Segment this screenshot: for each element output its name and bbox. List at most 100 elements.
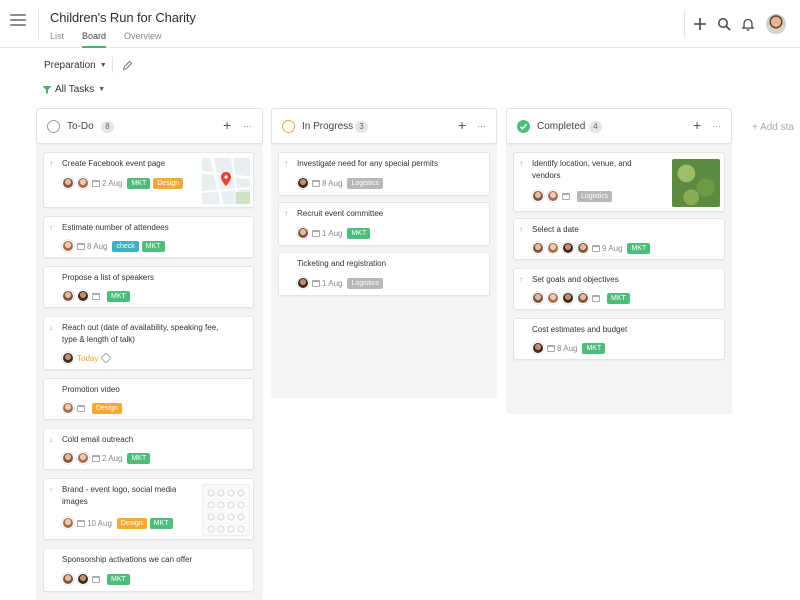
sketch-thumbnail[interactable] [202, 484, 250, 536]
due-date[interactable]: 10 Aug [77, 519, 112, 528]
more-icon[interactable]: … [712, 119, 722, 129]
task-card[interactable]: ↑ Identify location, venue, and vendors … [513, 152, 725, 212]
calendar-icon [92, 575, 100, 583]
tag-design[interactable]: Design [153, 177, 184, 189]
due-date[interactable]: 1 Aug [312, 279, 342, 288]
arrow-up-icon: ↑ [519, 159, 523, 168]
tab-board[interactable]: Board [82, 31, 107, 48]
task-card[interactable]: ↑ Recruit event committee 1 Aug MKT [278, 202, 490, 246]
task-title: Identify location, venue, and vendors [532, 159, 632, 180]
more-icon[interactable]: … [477, 119, 487, 129]
due-date-today[interactable]: Today [77, 354, 98, 363]
task-meta: Design [62, 401, 125, 415]
avatar [77, 452, 89, 464]
task-meta: MKT [62, 572, 133, 586]
due-date[interactable] [77, 404, 87, 412]
avatar [62, 517, 74, 529]
tag-mkt[interactable]: MKT [607, 292, 630, 304]
task-meta: Today [62, 351, 113, 365]
top-actions [688, 12, 786, 36]
task-meta: 2 Aug MKT Design [62, 176, 186, 190]
due-date[interactable]: 8 Aug [547, 344, 577, 353]
calendar-icon [312, 229, 320, 237]
due-date[interactable]: 2 Aug [92, 179, 122, 188]
arrow-up-icon: ↑ [49, 223, 53, 232]
task-card[interactable]: Cost estimates and budget 8 Aug MKT [513, 318, 725, 360]
due-date[interactable]: 1 Aug [312, 229, 342, 238]
due-date[interactable]: 2 Aug [92, 454, 122, 463]
task-card[interactable]: ↑ Investigate need for any special permi… [278, 152, 490, 196]
add-status-button[interactable]: + Add sta [752, 122, 794, 133]
more-icon[interactable]: … [243, 119, 253, 129]
tag-mkt[interactable]: MKT [127, 452, 151, 464]
task-card[interactable]: Propose a list of speakers MKT [43, 266, 254, 308]
task-meta: Logistics [532, 189, 615, 203]
add-task-icon[interactable]: + [223, 117, 231, 133]
task-card[interactable]: ↑ Create Facebook event page 2 Aug MKT D… [43, 152, 254, 208]
tag-logistics[interactable]: Logistics [577, 190, 613, 202]
tasks-filter[interactable]: All Tasks ▼ [42, 84, 105, 95]
tag-logistics[interactable]: Logistics [347, 177, 383, 189]
avatar [62, 402, 74, 414]
tag-mkt[interactable]: MKT [347, 227, 371, 239]
avatar [62, 573, 74, 585]
task-title: Select a date [532, 225, 579, 234]
task-card[interactable]: Ticketing and registration 1 Aug Logisti… [278, 252, 490, 296]
due-date[interactable] [92, 292, 102, 300]
task-card[interactable]: ↑ Estimate number of attendees 8 Aug che… [43, 216, 254, 258]
plus-icon[interactable] [688, 12, 712, 36]
tag-icon [100, 352, 113, 364]
pencil-icon[interactable] [118, 56, 136, 74]
task-card[interactable]: Promotion video Design [43, 378, 254, 420]
tag-mkt[interactable]: MKT [627, 242, 651, 254]
tab-list[interactable]: List [50, 31, 64, 48]
map-thumbnail[interactable] [202, 158, 250, 204]
section-filter[interactable]: Preparation ▼ [44, 60, 107, 71]
due-date[interactable]: 8 Aug [77, 242, 107, 251]
task-card[interactable]: ↑ Select a date 9 Aug MKT [513, 218, 725, 260]
plus-icon: + [752, 122, 761, 133]
search-icon[interactable] [712, 12, 736, 36]
avatar [77, 177, 89, 189]
chevron-down-icon[interactable]: ⌄ [174, 11, 182, 22]
column-count: 4 [589, 121, 602, 133]
task-card[interactable]: Sponsorship activations we can offer MKT [43, 548, 254, 592]
tag-mkt[interactable]: MKT [582, 342, 606, 354]
due-date[interactable]: 9 Aug [592, 244, 622, 253]
due-date[interactable] [562, 192, 572, 200]
user-avatar[interactable] [766, 14, 786, 34]
task-meta: 9 Aug MKT [532, 241, 653, 255]
avatar [532, 242, 544, 254]
due-date[interactable] [92, 575, 102, 583]
task-card[interactable]: ↓ Cold email outreach 2 Aug MKT [43, 428, 254, 470]
tag-design[interactable]: Design [92, 402, 122, 414]
tag-mkt[interactable]: MKT [107, 290, 130, 302]
tag-design[interactable]: Design [116, 517, 147, 529]
task-meta: 8 Aug check MKT [62, 239, 168, 253]
photo-thumbnail[interactable] [672, 159, 720, 207]
add-task-icon[interactable]: + [693, 117, 701, 133]
tag-mkt[interactable]: MKT [149, 517, 173, 529]
arrow-up-icon: ↑ [49, 485, 53, 494]
column-title: To-Do [67, 121, 94, 132]
calendar-icon [77, 404, 85, 412]
task-title: Propose a list of speakers [62, 273, 155, 282]
task-meta: 10 Aug Design MKT [62, 516, 176, 530]
task-card[interactable]: ↑ Brand - event logo, social media image… [43, 478, 254, 540]
bell-icon[interactable] [736, 12, 760, 36]
tag-mkt[interactable]: MKT [107, 573, 130, 585]
column-header: Completed 4 + … [506, 108, 732, 144]
task-meta: 8 Aug MKT [532, 341, 608, 355]
task-card[interactable]: ↓ Reach out (date of availability, speak… [43, 316, 254, 370]
due-date[interactable]: 8 Aug [312, 179, 342, 188]
task-card[interactable]: ↑ Set goals and objectives MKT [513, 268, 725, 310]
calendar-icon [77, 519, 85, 527]
add-task-icon[interactable]: + [458, 117, 466, 133]
due-date[interactable] [592, 294, 602, 302]
tab-overview[interactable]: Overview [124, 31, 162, 48]
tag-logistics[interactable]: Logistics [347, 277, 383, 289]
hamburger-menu-icon[interactable] [10, 14, 26, 28]
tag-mkt[interactable]: MKT [127, 177, 151, 189]
tag-mkt[interactable]: MKT [141, 240, 165, 252]
tag-check[interactable]: check [112, 240, 139, 252]
